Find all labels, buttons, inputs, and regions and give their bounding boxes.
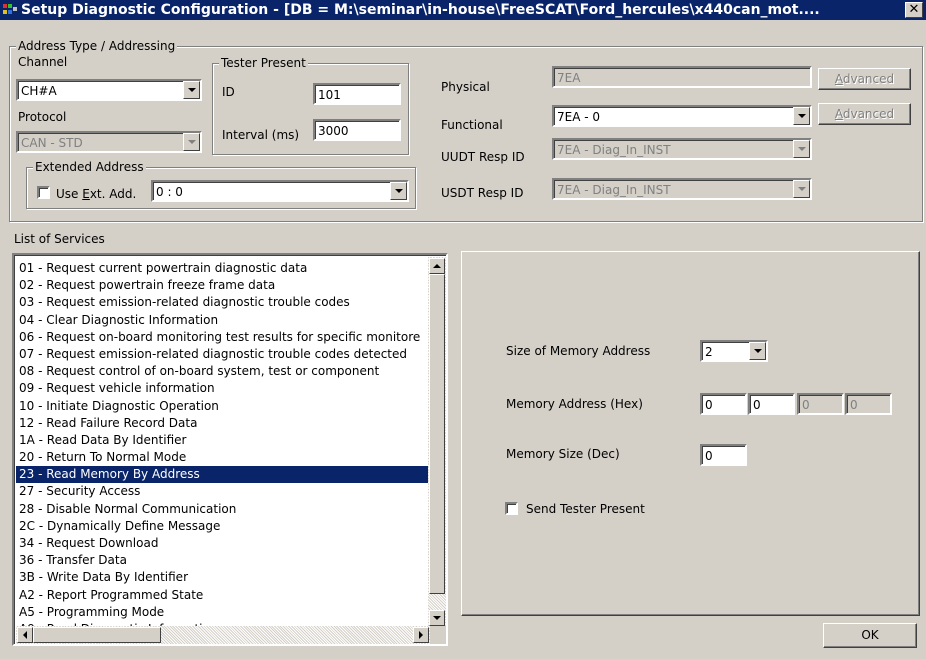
memory-size-label: Memory Size (Dec) bbox=[506, 447, 620, 461]
uudt-resp-id-label: UUDT Resp ID bbox=[441, 150, 525, 164]
interval-label: Interval (ms) bbox=[222, 128, 300, 142]
scroll-corner bbox=[430, 626, 446, 644]
memory-address-size-select[interactable]: 2 bbox=[700, 340, 768, 362]
memory-address-byte-3[interactable]: 0 bbox=[797, 393, 844, 415]
service-list-item[interactable]: 23 - Read Memory By Address bbox=[16, 466, 430, 484]
service-list-item[interactable]: 1A - Read Data By Identifier bbox=[16, 432, 430, 449]
usdt-resp-id-value: 7EA - Diag_In_INST bbox=[557, 183, 671, 197]
service-list-item[interactable]: 02 - Request powertrain freeze frame dat… bbox=[16, 277, 430, 294]
services-label: List of Services bbox=[14, 232, 105, 246]
use-ext-add-checkbox[interactable] bbox=[37, 186, 50, 199]
channel-select[interactable]: CH#A bbox=[16, 79, 202, 101]
horizontal-scroll-thumb[interactable] bbox=[33, 627, 161, 643]
title-bar[interactable]: Setup Diagnostic Configuration - [DB = M… bbox=[0, 0, 926, 20]
service-list-item[interactable]: 2C - Dynamically Define Message bbox=[16, 518, 430, 535]
chevron-down-icon[interactable] bbox=[793, 107, 810, 125]
service-list-item[interactable]: 20 - Return To Normal Mode bbox=[16, 449, 430, 466]
service-list-item[interactable]: 08 - Request control of on-board system,… bbox=[16, 363, 430, 380]
usdt-resp-id-select[interactable]: 7EA - Diag_In_INST bbox=[552, 178, 812, 200]
uudt-resp-id-value: 7EA - Diag_In_INST bbox=[557, 143, 671, 157]
chevron-down-icon[interactable] bbox=[793, 140, 810, 158]
window-title: Setup Diagnostic Configuration - [DB = M… bbox=[21, 2, 820, 18]
chevron-down-icon[interactable] bbox=[793, 180, 810, 198]
memory-address-byte-1[interactable]: 0 bbox=[700, 393, 747, 415]
physical-label: Physical bbox=[441, 80, 490, 94]
service-list-item[interactable]: 10 - Initiate Diagnostic Operation bbox=[16, 398, 430, 415]
memory-size-input[interactable]: 0 bbox=[700, 444, 747, 466]
service-list-item[interactable]: 01 - Request current powertrain diagnost… bbox=[16, 260, 430, 277]
service-list-item[interactable]: 34 - Request Download bbox=[16, 535, 430, 552]
chevron-down-icon[interactable] bbox=[390, 182, 407, 200]
arrow-right-icon bbox=[419, 631, 423, 639]
memory-address-byte-4[interactable]: 0 bbox=[845, 393, 892, 415]
interval-input[interactable]: 3000 bbox=[313, 119, 401, 141]
physical-input[interactable]: 7EA bbox=[552, 66, 812, 88]
channel-value: CH#A bbox=[21, 84, 57, 98]
service-list-item[interactable]: 28 - Disable Normal Communication bbox=[16, 501, 430, 518]
scroll-down-button[interactable] bbox=[429, 610, 445, 626]
ext-address-value: 0 : 0 bbox=[156, 185, 183, 199]
advanced-button-functional[interactable]: Advanced bbox=[818, 103, 911, 125]
functional-label: Functional bbox=[441, 118, 503, 132]
scroll-up-button[interactable] bbox=[429, 258, 445, 274]
chevron-down-icon[interactable] bbox=[183, 133, 200, 151]
service-list-item[interactable]: 03 - Request emission-related diagnostic… bbox=[16, 294, 430, 311]
channel-label: Channel bbox=[18, 55, 68, 69]
arrow-up-icon bbox=[433, 264, 441, 268]
chevron-down-icon[interactable] bbox=[749, 342, 766, 360]
service-list-item[interactable]: 09 - Request vehicle information bbox=[16, 380, 430, 397]
scroll-left-button[interactable] bbox=[17, 627, 33, 643]
arrow-left-icon bbox=[23, 631, 27, 639]
size-of-memory-address-label: Size of Memory Address bbox=[506, 344, 651, 358]
service-list-item[interactable]: 07 - Request emission-related diagnostic… bbox=[16, 346, 430, 363]
send-tester-present-checkbox[interactable] bbox=[505, 502, 518, 515]
tester-present-label: Tester Present bbox=[219, 56, 308, 70]
service-list-item[interactable]: A5 - Programming Mode bbox=[16, 604, 430, 621]
service-list-item[interactable]: 12 - Read Failure Record Data bbox=[16, 415, 430, 432]
uudt-resp-id-select[interactable]: 7EA - Diag_In_INST bbox=[552, 138, 812, 160]
usdt-resp-id-label: USDT Resp ID bbox=[441, 186, 524, 200]
functional-select[interactable]: 7EA - 0 bbox=[552, 105, 812, 127]
services-listbox[interactable]: 01 - Request current powertrain diagnost… bbox=[12, 253, 448, 646]
address-group-label: Address Type / Addressing bbox=[16, 39, 178, 53]
memory-address-label: Memory Address (Hex) bbox=[506, 397, 643, 411]
functional-value: 7EA - 0 bbox=[557, 110, 601, 124]
service-list-item[interactable]: 3B - Write Data By Identifier bbox=[16, 569, 430, 586]
vertical-scroll-thumb[interactable] bbox=[429, 274, 445, 594]
memory-address-byte-2[interactable]: 0 bbox=[748, 393, 795, 415]
service-list-item[interactable]: 04 - Clear Diagnostic Information bbox=[16, 312, 430, 329]
send-tester-present-label[interactable]: Send Tester Present bbox=[526, 502, 645, 516]
app-icon bbox=[3, 3, 17, 17]
service-options-panel bbox=[461, 251, 920, 616]
tester-id-input[interactable]: 101 bbox=[313, 83, 401, 105]
ext-address-select[interactable]: 0 : 0 bbox=[151, 180, 409, 202]
services-items: 01 - Request current powertrain diagnost… bbox=[16, 260, 430, 638]
arrow-down-icon bbox=[433, 616, 441, 620]
service-list-item[interactable]: 36 - Transfer Data bbox=[16, 552, 430, 569]
close-button[interactable]: ✕ bbox=[905, 2, 923, 18]
ok-button[interactable]: OK bbox=[823, 623, 917, 648]
id-label: ID bbox=[222, 85, 235, 99]
use-ext-add-label[interactable]: Use Ext. Add. bbox=[56, 187, 136, 201]
extended-address-label: Extended Address bbox=[33, 160, 146, 174]
protocol-value: CAN - STD bbox=[21, 136, 83, 150]
memory-address-size-value: 2 bbox=[705, 345, 713, 359]
scroll-right-button[interactable] bbox=[413, 627, 429, 643]
chevron-down-icon[interactable] bbox=[183, 81, 200, 99]
protocol-select[interactable]: CAN - STD bbox=[16, 131, 202, 153]
protocol-label: Protocol bbox=[18, 110, 67, 124]
service-list-item[interactable]: 06 - Request on-board monitoring test re… bbox=[16, 329, 430, 346]
close-icon: ✕ bbox=[908, 2, 920, 17]
advanced-button-physical[interactable]: Advanced bbox=[818, 68, 911, 90]
service-list-item[interactable]: 27 - Security Access bbox=[16, 483, 430, 500]
service-list-item[interactable]: A2 - Report Programmed State bbox=[16, 587, 430, 604]
